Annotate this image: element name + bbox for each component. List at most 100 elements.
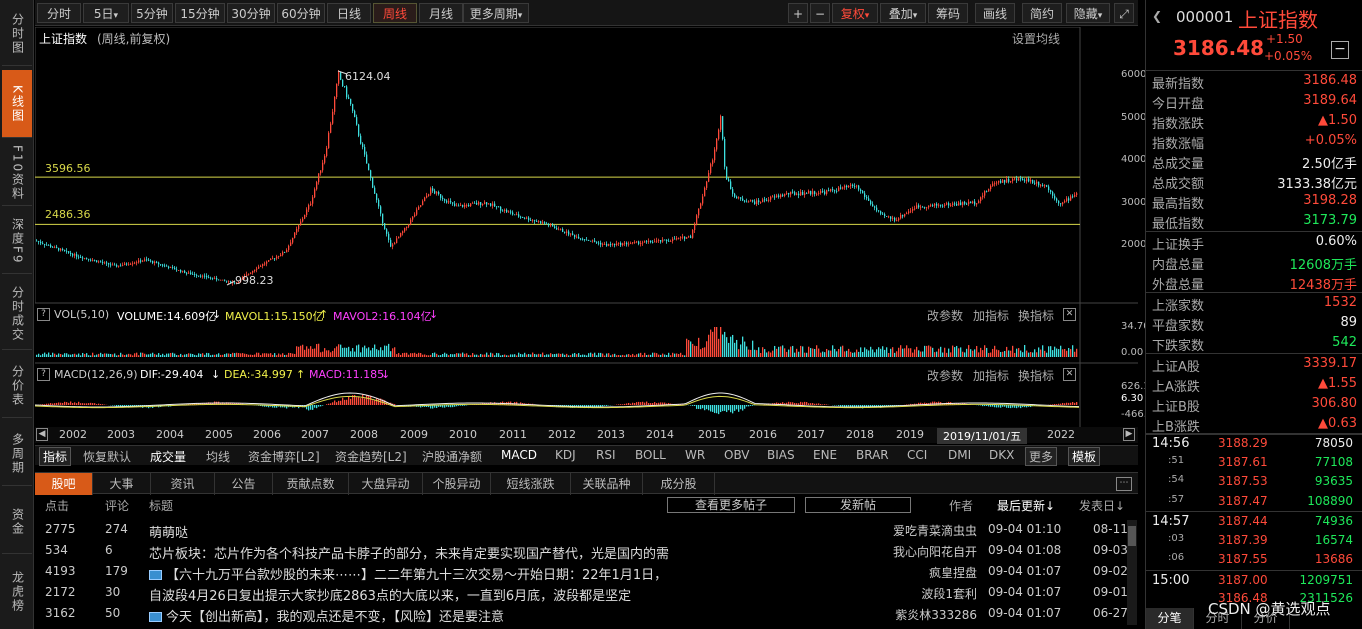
help-icon[interactable]: ? [37, 308, 50, 321]
col-posted[interactable]: 发表日↓ [1079, 497, 1125, 514]
tab-related[interactable]: 关联品种 [571, 473, 643, 495]
news-scrollbar[interactable] [1127, 520, 1137, 625]
quote-back-icon[interactable]: ❮ [1152, 9, 1162, 23]
nav-price-table[interactable]: 分价表 [2, 354, 32, 418]
hide-button[interactable]: 隐藏▾ [1066, 3, 1110, 23]
indicator-hk-connect[interactable]: 沪股通净额 [422, 448, 482, 465]
indicator-fund-game[interactable]: 资金博弈[L2] [248, 448, 320, 465]
nav-depth[interactable]: 深度F9 [2, 210, 32, 274]
chips-button[interactable]: 筹码 [928, 3, 968, 23]
simple-button[interactable]: 简约 [1022, 3, 1062, 23]
tab-events[interactable]: 大事 [93, 473, 151, 495]
time-axis[interactable]: ◀ 2002 2003 2004 2005 2006 2007 2008 200… [35, 427, 1138, 444]
row-author[interactable]: 我心向阳花自开 [893, 543, 977, 560]
nav-f10[interactable]: F10资料 [2, 142, 32, 206]
tab-stock-moves[interactable]: 个股异动 [423, 473, 491, 495]
nav-timeshare[interactable]: 分时图 [2, 2, 32, 66]
row-title[interactable]: 自波段4月26日复出提示大家抄底2863点的大底以来，一直到6月底，波段都是坚定 [149, 585, 631, 604]
indicator-template[interactable]: 模板 [1068, 447, 1101, 466]
price-pane[interactable] [35, 27, 1081, 304]
adjust-button[interactable]: 复权▾ [832, 3, 878, 23]
nav-trades[interactable]: 分时成交 [2, 278, 32, 350]
tab-constituents[interactable]: 成分股 [643, 473, 715, 495]
expand-icon[interactable]: ⤢ [1114, 3, 1134, 23]
row-author[interactable]: 疯皇捏盘 [929, 564, 977, 581]
tab-short-term[interactable]: 短线涨跌 [491, 473, 571, 495]
tab-info[interactable]: 资讯 [151, 473, 215, 495]
macd-edit-params[interactable]: 改参数 [927, 367, 963, 384]
indicator-boll[interactable]: BOLL [635, 448, 666, 462]
period-15min[interactable]: 15分钟 [175, 3, 225, 23]
period-week[interactable]: 周线 [373, 3, 417, 23]
indicator-obv[interactable]: OBV [724, 448, 750, 462]
row-title-wrap[interactable]: 【六十九万平台款炒股的未来⋯⋯】二二年第九十三次交易～开始日期：22年1月1日， [149, 564, 667, 583]
tab-market-moves[interactable]: 大盘异动 [349, 473, 423, 495]
ma-settings-button[interactable]: 设置均线 [1012, 30, 1060, 47]
indicator-wr[interactable]: WR [685, 448, 705, 462]
vol-switch-indicator[interactable]: 换指标 [1018, 307, 1054, 324]
indicator-fund-trend[interactable]: 资金趋势[L2] [335, 448, 407, 465]
scroll-left-icon[interactable]: ◀ [36, 428, 48, 441]
indicator-brar[interactable]: BRAR [856, 448, 889, 462]
indicator-dmi[interactable]: DMI [948, 448, 971, 462]
row-author[interactable]: 波段1套利 [921, 585, 977, 602]
close-icon[interactable]: ✕ [1063, 308, 1076, 321]
period-more[interactable]: 更多周期▾ [463, 3, 529, 23]
scrollbar-thumb[interactable] [1128, 526, 1136, 546]
indicator-bias[interactable]: BIAS [767, 448, 795, 462]
period-60min[interactable]: 60分钟 [277, 3, 325, 23]
row-author[interactable]: 紫炎林333286 [895, 606, 977, 623]
draw-button[interactable]: 画线 [975, 3, 1015, 23]
indicator-reset[interactable]: 恢复默认 [83, 448, 131, 465]
vol-add-indicator[interactable]: 加指标 [973, 307, 1009, 324]
zoom-in-button[interactable]: + [788, 3, 808, 23]
indicator-cci[interactable]: CCI [907, 448, 927, 462]
row-title[interactable]: 芯片板块：芯片作为各个科技产品卡脖子的部分，未来肯定要实现国产替代，光是国内的需 [149, 543, 669, 562]
scroll-right-icon[interactable]: ▶ [1123, 428, 1135, 441]
news-row[interactable]: 2775 274 萌萌哒 爱吃青菜滴虫虫 09-04 01:10 08-11 [35, 519, 1128, 541]
nav-multi-period[interactable]: 多周期 [2, 422, 32, 486]
indicator-macd[interactable]: MACD [501, 448, 537, 462]
indicator-more[interactable]: 更多 [1025, 447, 1058, 466]
indicator-menu[interactable]: 指标 [39, 447, 72, 466]
vol-edit-params[interactable]: 改参数 [927, 307, 963, 324]
indicator-rsi[interactable]: RSI [596, 448, 616, 462]
indicator-volume[interactable]: 成交量 [150, 448, 186, 465]
period-timeshare[interactable]: 分时 [37, 3, 81, 23]
news-row[interactable]: 4193 179 【六十九万平台款炒股的未来⋯⋯】二二年第九十三次交易～开始日期… [35, 561, 1128, 583]
collapse-icon[interactable]: − [1331, 41, 1349, 59]
period-30min[interactable]: 30分钟 [227, 3, 275, 23]
nav-funds[interactable]: 资金 [2, 490, 32, 554]
news-row[interactable]: 3162 50 今天【创出新高】，我的观点还是不变，【风险】还是要注意 紫炎林3… [35, 603, 1128, 625]
nav-kline[interactable]: K线图 [2, 70, 32, 138]
row-title[interactable]: 萌萌哒 [149, 522, 188, 541]
tab-guba[interactable]: 股吧 [35, 473, 93, 495]
period-month[interactable]: 月线 [419, 3, 463, 23]
period-5min[interactable]: 5分钟 [131, 3, 173, 23]
period-5day[interactable]: 5日▾ [83, 3, 129, 23]
more-icon[interactable]: ⋯ [1116, 477, 1132, 491]
period-day[interactable]: 日线 [327, 3, 371, 23]
indicator-ma[interactable]: 均线 [206, 448, 230, 465]
row-title-wrap[interactable]: 今天【创出新高】，我的观点还是不变，【风险】还是要注意 [149, 606, 504, 625]
more-posts-button[interactable]: 查看更多帖子 [667, 497, 795, 513]
col-comments[interactable]: 评论 [105, 497, 129, 514]
kline-chart[interactable]: 上证指数 (周线,前复权) 设置均线 6124.04 998.23 3596.5… [35, 27, 1162, 427]
tab-contribution[interactable]: 贡献点数 [273, 473, 349, 495]
indicator-dkx[interactable]: DKX [989, 448, 1014, 462]
zoom-out-button[interactable]: − [810, 3, 830, 23]
indicator-ene[interactable]: ENE [813, 448, 837, 462]
bottom-tab[interactable]: 分笔 [1146, 608, 1194, 629]
new-post-button[interactable]: 发新帖 [805, 497, 911, 513]
news-row[interactable]: 534 6 芯片板块：芯片作为各个科技产品卡脖子的部分，未来肯定要实现国产替代，… [35, 540, 1128, 562]
macd-switch-indicator[interactable]: 换指标 [1018, 367, 1054, 384]
overlay-button[interactable]: 叠加▾ [880, 3, 926, 23]
news-row[interactable]: 2172 30 自波段4月26日复出提示大家抄底2863点的大底以来，一直到6月… [35, 582, 1128, 604]
indicator-kdj[interactable]: KDJ [555, 448, 576, 462]
close-icon[interactable]: ✕ [1063, 368, 1076, 381]
tab-announcements[interactable]: 公告 [215, 473, 273, 495]
help-icon[interactable]: ? [37, 368, 50, 381]
col-clicks[interactable]: 点击 [45, 497, 69, 514]
row-author[interactable]: 爱吃青菜滴虫虫 [893, 522, 977, 539]
col-updated[interactable]: 最后更新↓ [997, 497, 1055, 514]
